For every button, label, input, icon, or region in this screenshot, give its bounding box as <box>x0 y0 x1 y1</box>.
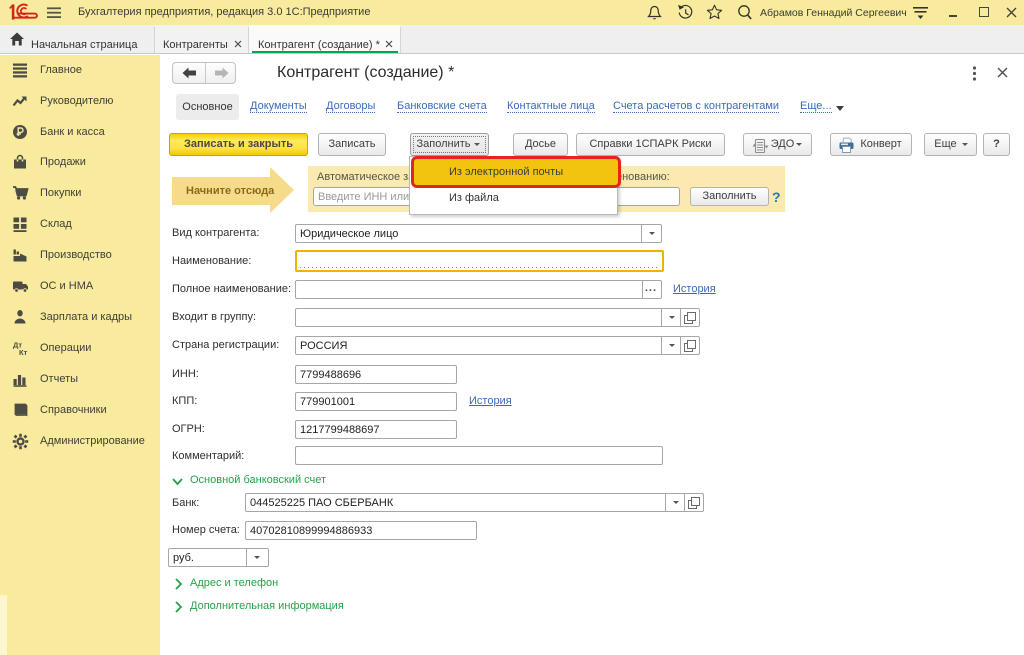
svg-text:Кт: Кт <box>19 348 28 356</box>
